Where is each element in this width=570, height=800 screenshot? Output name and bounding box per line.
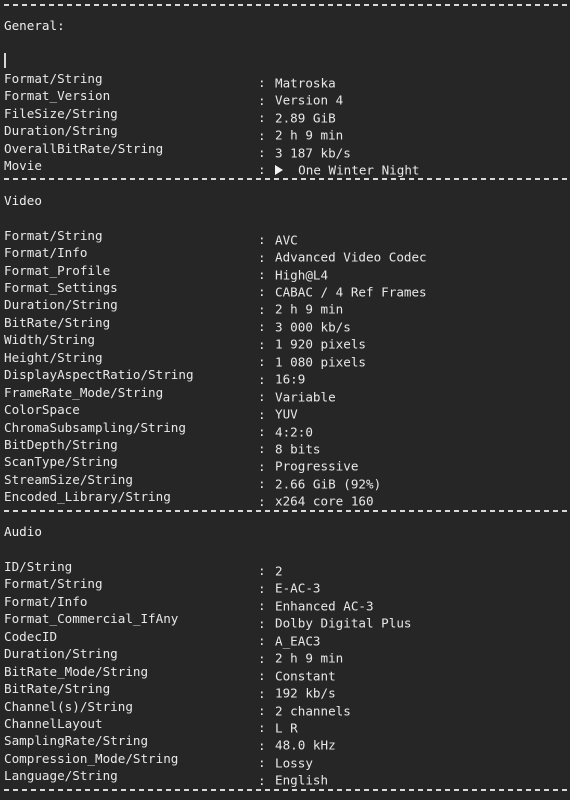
property-key: Encoded_Library/String [4, 489, 171, 505]
property-key: DisplayAspectRatio/String [4, 367, 194, 383]
property-key: Format/String [4, 227, 103, 243]
property-row: FileSize/String:2.89 GiB [4, 105, 570, 125]
property-row: Duration/String:2 h 9 min [4, 296, 570, 316]
property-key: Compression_Mode/String [4, 750, 179, 766]
property-key: ID/String [4, 559, 73, 574]
property-key: FrameRate_Mode/String [4, 384, 164, 400]
media-info-report: General: Format/String: Matroska Format_Ver… [0, 0, 570, 800]
property-key: Duration/String [4, 646, 118, 662]
property-row: Format/String: E-AC-3 [4, 575, 570, 595]
property-key: ChromaSubsampling/String [4, 419, 186, 435]
property-key: BitRate_Mode/String [4, 663, 149, 679]
section-title-video: Video [4, 192, 42, 208]
property-key: ColorSpace [4, 402, 80, 418]
property-row: Format_Settings: CABAC / 4 Ref Frames [4, 279, 570, 299]
property-row: ID/String:2 [4, 558, 570, 578]
property-row: ChromaSubsampling/String:4:2:0 [4, 419, 570, 439]
property-key: StreamSize/String [4, 471, 133, 487]
property-row: Format/Info: Enhanced AC-3 [4, 593, 570, 613]
property-row: Format/String: AVC [4, 227, 570, 247]
property-key: BitRate/String [4, 314, 111, 330]
property-row: BitRate/String:3 000 kb/s [4, 314, 570, 334]
property-row: Channel(s)/String:2 channels [4, 698, 570, 718]
property-row: CodecID: A_EAC3 [4, 628, 570, 648]
property-row: DisplayAspectRatio/String:16:9 [4, 366, 570, 386]
property-row: Duration/String:2 h 9 min [4, 122, 570, 142]
report-end-separator [4, 785, 570, 800]
section-separator [4, 0, 570, 17]
property-key: Format_Settings [4, 280, 118, 295]
property-key: Movie [4, 157, 42, 173]
property-key: Width/String [4, 332, 95, 348]
property-row: Format_Commercial_IfAny: Dolby Digital Pl… [4, 610, 570, 630]
property-key: Format/String [4, 576, 103, 592]
property-key: Height/String [4, 349, 103, 365]
property-key: CodecID [4, 628, 58, 644]
property-row: BitDepth/String:8 bits [4, 436, 570, 456]
property-key: OverallBitRate/String [4, 140, 164, 156]
property-key: Format/Info [4, 245, 88, 261]
property-row: Height/String:1 080 pixels [4, 349, 570, 369]
property-key: Format/String [4, 70, 103, 86]
property-key: Language/String [4, 768, 118, 784]
property-row: BitRate/String:192 kb/s [4, 680, 570, 700]
property-key: Format_Commercial_IfAny [4, 611, 179, 627]
property-row: FrameRate_Mode/String: Variable [4, 384, 570, 404]
property-key: Format_Version [4, 88, 111, 104]
section-title-audio: Audio [4, 524, 42, 540]
property-key: ScanType/String [4, 454, 118, 470]
property-row: Format_Profile: High@L4 [4, 262, 570, 282]
property-row: Format/Info: Advanced Video Codec [4, 244, 570, 264]
property-row: BitRate_Mode/String: Constant [4, 663, 570, 683]
property-row: Encoded_Library/String: x264 core 160 [4, 488, 570, 508]
property-key: SamplingRate/String [4, 733, 149, 749]
property-row: Format/String: Matroska [4, 70, 570, 90]
property-row: SamplingRate/String:48.0 kHz [4, 732, 570, 752]
section-separator [4, 506, 570, 523]
property-key: Format/Info [4, 593, 88, 609]
property-row: Format_Version: Version 4 [4, 87, 570, 107]
property-row: ColorSpace: YUV [4, 401, 570, 421]
property-row: Movie: One Winter Night [4, 157, 570, 177]
property-key: FileSize/String [4, 105, 118, 121]
section-title-general: General: [4, 18, 65, 34]
property-row: Compression_Mode/String: Lossy [4, 750, 570, 770]
property-key: Duration/String [4, 297, 118, 313]
property-row: StreamSize/String:2.66 GiB (92%) [4, 471, 570, 491]
section-separator [4, 174, 570, 191]
property-row: ScanType/String: Progressive [4, 453, 570, 473]
property-key: Duration/String [4, 123, 118, 139]
property-row: OverallBitRate/String:3 187 kb/s [4, 140, 570, 160]
property-row: Language/String: English [4, 767, 570, 787]
text-cursor[interactable] [4, 52, 570, 69]
property-key: ChannelLayout [4, 715, 103, 731]
property-row: Duration/String:2 h 9 min [4, 645, 570, 665]
property-row: Width/String:1 920 pixels [4, 331, 570, 351]
property-key: Format_Profile [4, 262, 111, 278]
property-key: BitDepth/String [4, 436, 118, 452]
property-key: BitRate/String [4, 681, 111, 697]
property-row: ChannelLayout: L R [4, 715, 570, 735]
property-key: Channel(s)/String [4, 698, 133, 714]
